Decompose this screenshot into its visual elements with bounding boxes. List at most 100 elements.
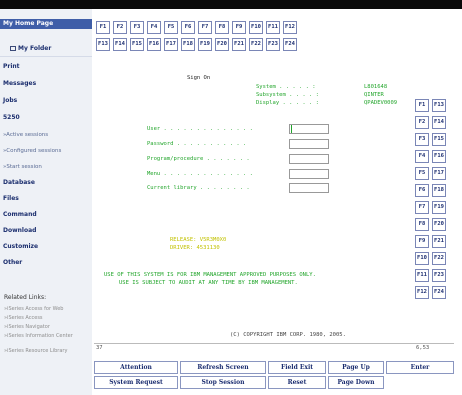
function-key-f14[interactable]: F14 bbox=[432, 116, 446, 129]
system-value: L801648 bbox=[364, 84, 388, 90]
cursor-position: 37 bbox=[96, 345, 103, 351]
function-key-f6[interactable]: F6 bbox=[181, 21, 195, 34]
sidebar-subitem-active-sessions[interactable]: »Active sessions bbox=[0, 130, 48, 140]
sidebar-item-5250[interactable]: 5250 bbox=[0, 113, 92, 123]
top-bar bbox=[0, 0, 462, 9]
function-key-f1[interactable]: F1 bbox=[415, 99, 429, 112]
sidebar-subitem-start-session[interactable]: »Start session bbox=[0, 162, 42, 172]
function-key-f12[interactable]: F12 bbox=[283, 21, 297, 34]
sidebar-item-jobs[interactable]: Jobs bbox=[0, 96, 92, 106]
function-key-f7[interactable]: F7 bbox=[415, 201, 429, 214]
function-key-f10[interactable]: F10 bbox=[249, 21, 263, 34]
sidebar-item-label: My Folder bbox=[18, 45, 52, 52]
function-key-f18[interactable]: F18 bbox=[432, 184, 446, 197]
user-label: User . . . . . . . . . . . . . . bbox=[147, 126, 253, 132]
function-key-f16[interactable]: F16 bbox=[432, 150, 446, 163]
user-field[interactable] bbox=[289, 124, 329, 134]
function-key-f13[interactable]: F13 bbox=[432, 99, 446, 112]
function-key-f14[interactable]: F14 bbox=[113, 38, 127, 51]
function-key-f18[interactable]: F18 bbox=[181, 38, 195, 51]
function-key-f19[interactable]: F19 bbox=[432, 201, 446, 214]
function-key-f15[interactable]: F15 bbox=[130, 38, 144, 51]
usage-notice-line1: USE OF THIS SYSTEM IS FOR IBM MANAGEMENT… bbox=[104, 272, 316, 278]
function-key-f11[interactable]: F11 bbox=[266, 21, 280, 34]
function-key-f5[interactable]: F5 bbox=[415, 167, 429, 180]
function-key-f4[interactable]: F4 bbox=[147, 21, 161, 34]
function-key-f5[interactable]: F5 bbox=[164, 21, 178, 34]
function-key-f21[interactable]: F21 bbox=[432, 235, 446, 248]
function-key-f7[interactable]: F7 bbox=[198, 21, 212, 34]
stop-session-button[interactable]: Stop Session bbox=[180, 376, 266, 389]
function-key-f16[interactable]: F16 bbox=[147, 38, 161, 51]
program-field[interactable] bbox=[289, 154, 329, 164]
status-line bbox=[94, 343, 454, 344]
function-key-f23[interactable]: F23 bbox=[432, 269, 446, 282]
sidebar-item-messages[interactable]: Messages bbox=[0, 79, 92, 89]
function-key-f11[interactable]: F11 bbox=[415, 269, 429, 282]
function-key-f20[interactable]: F20 bbox=[432, 218, 446, 231]
library-field[interactable] bbox=[289, 183, 329, 193]
password-field[interactable] bbox=[289, 139, 329, 149]
menu-label: Menu . . . . . . . . . . . . . . bbox=[147, 171, 253, 177]
function-key-f10[interactable]: F10 bbox=[415, 252, 429, 265]
sidebar-item-customize[interactable]: Customize bbox=[0, 242, 92, 252]
function-key-f22[interactable]: F22 bbox=[249, 38, 263, 51]
enter-button[interactable]: Enter bbox=[386, 361, 454, 374]
field-exit-button[interactable]: Field Exit bbox=[268, 361, 326, 374]
page-up-button[interactable]: Page Up bbox=[328, 361, 384, 374]
function-key-f22[interactable]: F22 bbox=[432, 252, 446, 265]
sidebar-item-other[interactable]: Other bbox=[0, 258, 92, 268]
function-key-f15[interactable]: F15 bbox=[432, 133, 446, 146]
password-label: Password . . . . . . . . . . . bbox=[147, 141, 247, 147]
related-links-title: Related Links: bbox=[4, 294, 47, 301]
function-key-f8[interactable]: F8 bbox=[215, 21, 229, 34]
function-key-f6[interactable]: F6 bbox=[415, 184, 429, 197]
sidebar-item-command[interactable]: Command bbox=[0, 210, 92, 220]
display-value: QPADEV0009 bbox=[364, 100, 398, 106]
release-text: RELEASE: V5R3M0X0 bbox=[170, 237, 227, 243]
function-key-f9[interactable]: F9 bbox=[415, 235, 429, 248]
sidebar-item-download[interactable]: Download bbox=[0, 226, 92, 236]
divider bbox=[0, 56, 92, 57]
function-key-f24[interactable]: F24 bbox=[432, 286, 446, 299]
page-down-button[interactable]: Page Down bbox=[328, 376, 384, 389]
system-label: System . . . . . : bbox=[256, 84, 316, 90]
function-key-f3[interactable]: F3 bbox=[415, 133, 429, 146]
function-key-f21[interactable]: F21 bbox=[232, 38, 246, 51]
function-key-f12[interactable]: F12 bbox=[415, 286, 429, 299]
usage-notice-line2: USE IS SUBJECT TO AUDIT AT ANY TIME BY I… bbox=[119, 280, 298, 286]
refresh-screen-button[interactable]: Refresh Screen bbox=[180, 361, 266, 374]
related-link[interactable]: »iSeries Navigator bbox=[4, 324, 90, 330]
function-key-f20[interactable]: F20 bbox=[215, 38, 229, 51]
related-link[interactable]: »iSeries Resource Library bbox=[4, 348, 90, 354]
reset-button[interactable]: Reset bbox=[268, 376, 326, 389]
subsystem-label: Subsystem . . . . : bbox=[256, 92, 319, 98]
function-key-f2[interactable]: F2 bbox=[113, 21, 127, 34]
function-key-f4[interactable]: F4 bbox=[415, 150, 429, 163]
driver-text: DRIVER: 4531130 bbox=[170, 245, 220, 251]
system-request-button[interactable]: System Request bbox=[94, 376, 178, 389]
sidebar-item-my-folder[interactable]: My Folder bbox=[0, 44, 92, 54]
sidebar-subitem-configured-sessions[interactable]: »Configured sessions bbox=[0, 146, 61, 156]
function-key-f2[interactable]: F2 bbox=[415, 116, 429, 129]
function-key-f19[interactable]: F19 bbox=[198, 38, 212, 51]
sidebar-item-print[interactable]: Print bbox=[0, 62, 92, 72]
related-link[interactable]: »iSeries Access for Web bbox=[4, 306, 90, 312]
function-key-f17[interactable]: F17 bbox=[164, 38, 178, 51]
function-key-f17[interactable]: F17 bbox=[432, 167, 446, 180]
related-link[interactable]: »iSeries Access bbox=[4, 315, 90, 321]
function-key-f1[interactable]: F1 bbox=[96, 21, 110, 34]
sidebar-item-home[interactable]: My Home Page bbox=[0, 19, 92, 29]
sidebar: My Home Page My Folder Print Messages Jo… bbox=[0, 9, 92, 395]
attention-button[interactable]: Attention bbox=[94, 361, 178, 374]
sidebar-item-database[interactable]: Database bbox=[0, 178, 92, 188]
menu-field[interactable] bbox=[289, 169, 329, 179]
function-key-f8[interactable]: F8 bbox=[415, 218, 429, 231]
related-link[interactable]: »iSeries Information Center bbox=[4, 333, 90, 339]
sidebar-item-files[interactable]: Files bbox=[0, 194, 92, 204]
function-key-f3[interactable]: F3 bbox=[130, 21, 144, 34]
function-key-f13[interactable]: F13 bbox=[96, 38, 110, 51]
function-key-f23[interactable]: F23 bbox=[266, 38, 280, 51]
function-key-f9[interactable]: F9 bbox=[232, 21, 246, 34]
function-key-f24[interactable]: F24 bbox=[283, 38, 297, 51]
